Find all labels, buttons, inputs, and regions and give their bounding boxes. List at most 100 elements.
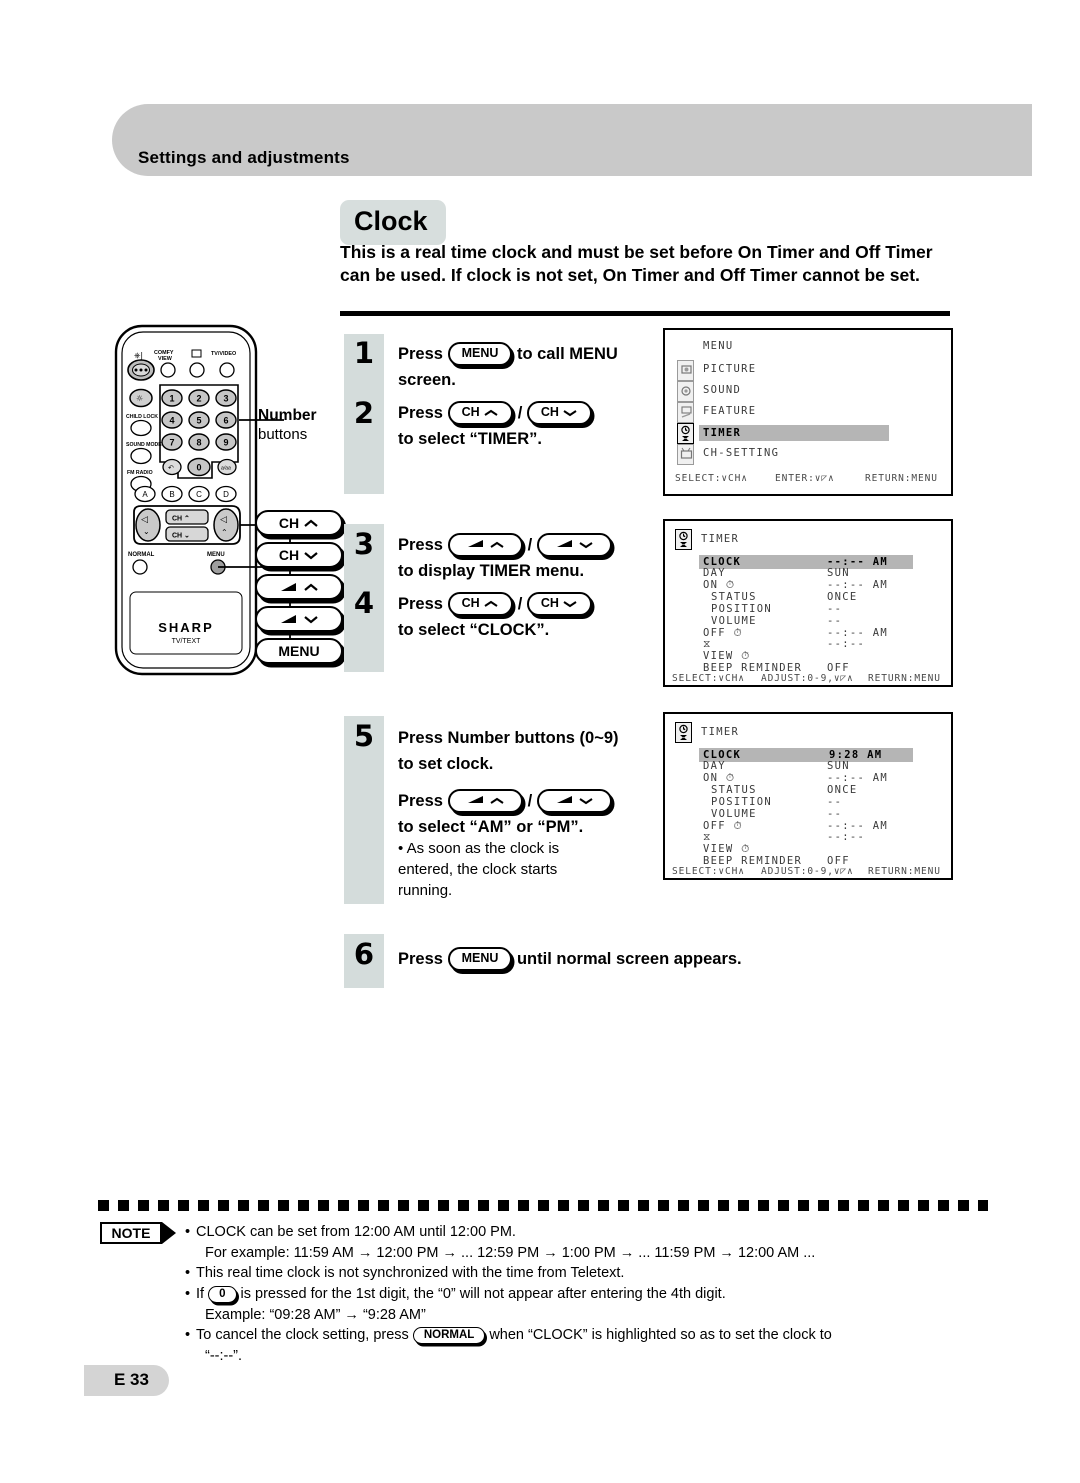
inline-button-menu[interactable]: MENU xyxy=(447,947,513,971)
chevron-down-icon xyxy=(563,601,577,608)
manual-page: Settings and adjustments Clock This is a… xyxy=(0,0,1080,1483)
dashed-separator xyxy=(98,1200,988,1211)
osd-timer-row-status-label: STATUS xyxy=(711,784,757,796)
osd-timer-row-day-label: DAY xyxy=(703,760,726,772)
note-item: • CLOCK can be set from 12:00 AM until 1… xyxy=(185,1222,995,1242)
step-4-text: Press CH / CH to select “CLOCK”. xyxy=(398,591,668,643)
osd-timer-row-volume[interactable]: VOLUME -- xyxy=(711,615,842,627)
osd-timer-row-day-value: SUN xyxy=(827,567,850,579)
chevron-down-icon xyxy=(304,551,318,559)
callout-button-volume-down[interactable] xyxy=(255,606,343,632)
note-item: • This real time clock is not synchroniz… xyxy=(185,1263,995,1283)
step-4-number: 4 xyxy=(353,586,375,620)
osd-timer-row-position[interactable]: POSITION -- xyxy=(711,603,842,615)
osd-screen-timer-set: TIMER CLOCK 9:28 AM DAY SUN ON ⏱ --:-- AM S… xyxy=(663,712,953,880)
inline-button-ch-up[interactable]: CH xyxy=(447,401,514,425)
inline-button-ch-down-label: CH xyxy=(540,596,559,610)
chevron-down-icon xyxy=(579,542,593,549)
bullet-icon: • xyxy=(185,1327,191,1343)
osd-screen-menu: MENU PICTURE SOUND FEATURE TIMER CH-SETT… xyxy=(663,328,953,496)
osd-timer-row-day[interactable]: DAY SUN xyxy=(703,567,850,579)
note-item-continuation: For example: 11:59 AM → 12:00 PM → ... 1… xyxy=(205,1245,816,1261)
osd-menu-item-picture[interactable]: PICTURE xyxy=(703,363,756,375)
callout-button-ch-up[interactable]: CH xyxy=(255,510,343,536)
osd-timer-hint-return: RETURN:MENU xyxy=(868,673,941,684)
inline-button-ch-down[interactable]: CH xyxy=(526,592,593,616)
osd-timer-row-status-label: STATUS xyxy=(711,591,757,603)
inline-button-normal[interactable]: NORMAL xyxy=(412,1327,486,1344)
inline-button-ch-up[interactable]: CH xyxy=(447,592,514,616)
osd-timer-row-volume-label: VOLUME xyxy=(711,808,757,820)
osd-timer-hint-return: RETURN:MENU xyxy=(868,866,941,877)
page-title: Clock xyxy=(340,200,446,245)
osd-timer-hint-adjust: ADJUST:0-9,∨◸∧ xyxy=(761,673,854,684)
chevron-down-icon xyxy=(304,615,318,623)
osd-timer-hint-adjust: ADJUST:0-9,∨◸∧ xyxy=(761,866,854,877)
osd-timer-row-day-label: DAY xyxy=(703,567,726,579)
osd-timer-hint-select: SELECT:∨CH∧ xyxy=(672,673,745,684)
callout-button-ch-down[interactable]: CH xyxy=(255,542,343,568)
osd-timer-row-status[interactable]: STATUS ONCE xyxy=(711,784,858,796)
inline-button-zero[interactable]: 0 xyxy=(208,1286,237,1303)
step-2-sep: / xyxy=(517,404,523,422)
step-3-text: Press / to display TIMER menu. xyxy=(398,532,678,584)
osd-timer-row-status[interactable]: STATUS ONCE xyxy=(711,591,858,603)
bullet-icon: • xyxy=(185,1265,191,1281)
step-1-post: to call MENU xyxy=(516,345,618,363)
step-5-line2: to set clock. xyxy=(398,755,494,773)
intro-text: This is a real time clock and must be se… xyxy=(340,242,933,285)
note-item: • To cancel the clock setting, press NOR… xyxy=(185,1325,995,1345)
osd-timer-empty-title: TIMER xyxy=(701,533,740,545)
step-6-pre: Press xyxy=(398,950,443,968)
volume-icon xyxy=(556,540,572,547)
volume-icon xyxy=(556,796,572,803)
inline-button-menu-label: MENU xyxy=(461,951,499,965)
step-3-pre: Press xyxy=(398,536,443,554)
inline-button-volume-down[interactable] xyxy=(536,533,613,557)
step-2-number: 2 xyxy=(353,396,375,430)
inline-button-ch-down[interactable]: CH xyxy=(526,401,593,425)
inline-button-volume-up[interactable] xyxy=(447,533,524,557)
osd-timer-row-sleep-value: --:-- xyxy=(827,831,866,843)
inline-button-volume-up[interactable] xyxy=(447,789,524,813)
osd-menu-item-feature[interactable]: FEATURE xyxy=(703,405,756,417)
osd-timer-row-sleep-value: --:-- xyxy=(827,638,866,650)
feature-icon xyxy=(677,402,694,423)
step-5-subnote: • As soon as the clock is entered, the c… xyxy=(398,840,560,899)
step-5-sep: / xyxy=(527,792,533,810)
bullet-icon: • xyxy=(185,1224,191,1240)
osd-timer-set-title: TIMER xyxy=(701,726,740,738)
chevron-down-icon xyxy=(563,410,577,417)
osd-menu-item-sound[interactable]: SOUND xyxy=(703,384,741,396)
osd-screen-timer-empty: TIMER CLOCK --:-- AM DAY SUN ON ⏱ --:-- AM … xyxy=(663,519,953,687)
callout-button-menu[interactable]: MENU xyxy=(255,638,343,664)
inline-button-ch-up-label: CH xyxy=(461,405,480,419)
osd-timer-row-position[interactable]: POSITION -- xyxy=(711,796,842,808)
inline-button-volume-down[interactable] xyxy=(536,789,613,813)
step-1-line2: screen. xyxy=(398,371,456,389)
osd-timer-row-day[interactable]: DAY SUN xyxy=(703,760,850,772)
osd-timer-hint-select: SELECT:∨CH∧ xyxy=(672,866,745,877)
osd-timer-row-status-value: ONCE xyxy=(827,784,858,796)
osd-menu-hint-select: SELECT:∨CH∧ xyxy=(675,473,748,484)
section-title: Settings and adjustments xyxy=(138,148,350,167)
note-item-text-post: is pressed for the 1st digit, the “0” wi… xyxy=(240,1286,726,1302)
timer-icon xyxy=(677,423,694,444)
osd-menu-item-timer[interactable]: TIMER xyxy=(699,425,889,441)
inline-button-ch-down-label: CH xyxy=(540,405,559,419)
step-6-number: 6 xyxy=(353,937,375,971)
picture-icon xyxy=(677,360,694,381)
note-badge: NOTE xyxy=(100,1222,162,1244)
step-2-line2: to select “TIMER”. xyxy=(398,430,542,448)
chevron-up-icon xyxy=(490,541,504,548)
step-2-text: Press CH / CH to select “TIMER”. xyxy=(398,400,668,452)
callout-button-volume-up[interactable] xyxy=(255,574,343,600)
osd-menu-item-ch-setting[interactable]: CH-SETTING xyxy=(703,447,779,459)
osd-timer-row-volume[interactable]: VOLUME -- xyxy=(711,808,842,820)
step-5-line4: to select “AM” or “PM”. xyxy=(398,818,584,836)
chevron-up-icon xyxy=(484,600,498,607)
inline-button-menu[interactable]: MENU xyxy=(447,342,513,366)
chevron-up-icon xyxy=(490,797,504,804)
ch-setting-icon xyxy=(677,444,694,465)
osd-timer-row-position-label: POSITION xyxy=(711,603,772,615)
